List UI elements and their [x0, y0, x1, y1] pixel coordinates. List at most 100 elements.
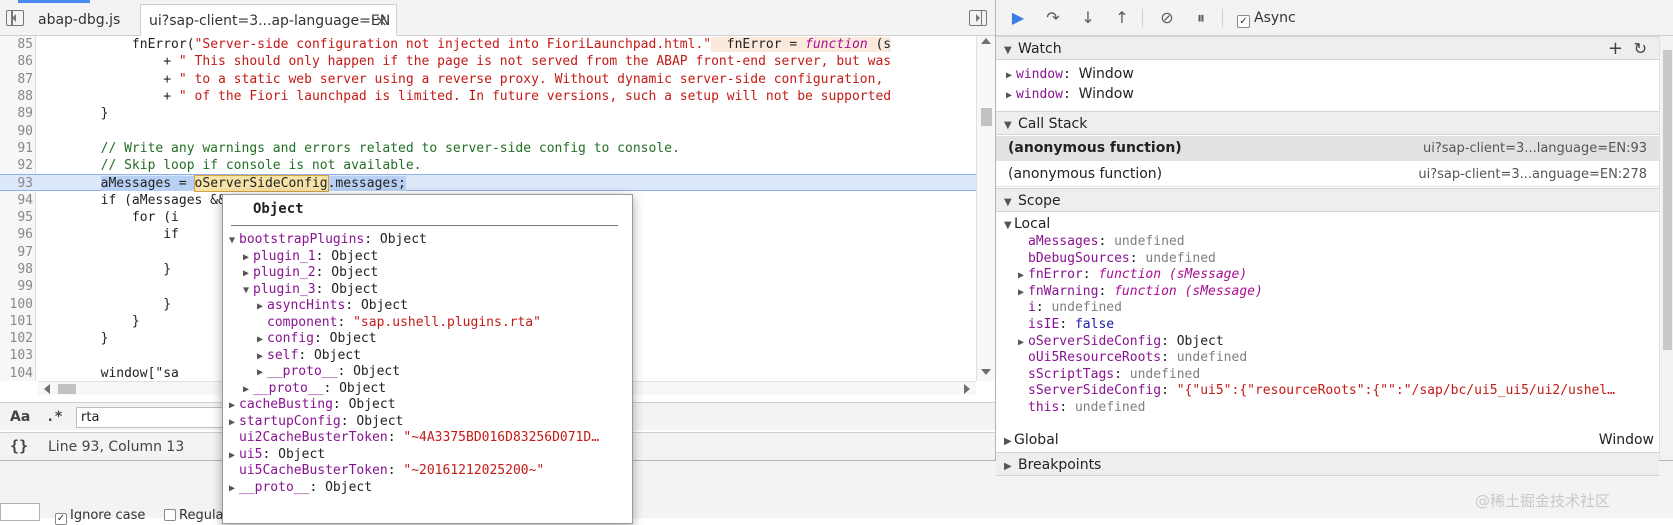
object-preview-popover[interactable]: Object ▼ bootstrapPlugins: Object ▶ plugin_…	[222, 194, 633, 524]
object-property[interactable]: ▶ __proto__: Object	[243, 380, 386, 397]
scope-variable[interactable]: oUi5ResourceRoots: undefined	[1018, 349, 1247, 366]
collapsed-arrow-icon[interactable]: ▶	[243, 249, 253, 266]
object-property[interactable]: ▶ asyncHints: Object	[257, 297, 408, 314]
object-property[interactable]: component: "sap.ushell.plugins.rta"	[257, 314, 541, 331]
collapsed-arrow-icon[interactable]: ▶	[1018, 334, 1028, 351]
frame-location[interactable]: ui?sap-client=3...anguage=EN:278	[1418, 162, 1647, 187]
scope-variable[interactable]: sServerSideConfig: "{"ui5":{"resourceRoo…	[1018, 382, 1615, 399]
collapsed-arrow-icon[interactable]: ▶	[257, 298, 267, 315]
object-property[interactable]: ▶ startupConfig: Object	[229, 413, 403, 430]
code-line[interactable]: 90	[0, 123, 976, 140]
close-tab-icon[interactable]: ×	[375, 5, 388, 37]
line-number[interactable]: 100	[0, 296, 33, 313]
object-property[interactable]: ui2CacheBusterToken: "~4A3375BD016D83256…	[229, 429, 599, 446]
collapsed-arrow-icon[interactable]: ▶	[229, 447, 239, 464]
call-stack-section-header[interactable]: ▼ Call Stack	[996, 111, 1659, 135]
collapsed-arrow-icon[interactable]: ▶	[1018, 284, 1028, 301]
scope-variable[interactable]: isIE: false	[1018, 316, 1114, 333]
object-property[interactable]: ▶ config: Object	[257, 330, 377, 347]
step-over-icon[interactable]: ↷	[1042, 8, 1064, 28]
code-line[interactable]: 88 + " of the Fiori launchpad is limited…	[0, 88, 976, 105]
collapsed-arrow-icon[interactable]: ▶	[243, 381, 253, 398]
pretty-print-button[interactable]: {}	[10, 437, 28, 455]
frame-location[interactable]: ui?sap-client=3...language=EN:93	[1423, 136, 1647, 161]
resume-icon[interactable]: ▶	[1007, 8, 1029, 28]
line-number[interactable]: 89	[0, 105, 33, 122]
object-property[interactable]: ▶ plugin_2: Object	[243, 264, 378, 281]
line-number[interactable]: 95	[0, 209, 33, 226]
scroll-down-icon[interactable]	[981, 369, 991, 375]
line-number[interactable]: 91	[0, 140, 33, 157]
local-scope-header[interactable]: ▼ Local	[1004, 216, 1050, 233]
call-frame[interactable]: (anonymous function) ui?sap-client=3...a…	[996, 162, 1659, 187]
expanded-arrow-icon[interactable]: ▼	[229, 232, 239, 249]
scroll-left-icon[interactable]	[44, 384, 50, 394]
ignore-case-checkbox[interactable]: ✓ Ignore case	[55, 508, 145, 525]
async-checkbox[interactable]: ✓ Async	[1237, 10, 1296, 28]
object-property[interactable]: ▶ plugin_1: Object	[243, 248, 378, 265]
scope-variable[interactable]: aMessages: undefined	[1018, 233, 1185, 250]
expanded-arrow-icon[interactable]: ▼	[243, 282, 253, 299]
match-case-button[interactable]: Aa	[10, 409, 30, 425]
code-line[interactable]: 92 // Skip loop if console is not availa…	[0, 157, 976, 174]
toggle-navigator-icon[interactable]	[6, 10, 24, 26]
line-number[interactable]: 87	[0, 71, 33, 88]
object-property[interactable]: ▶ ui5: Object	[229, 446, 325, 463]
object-property[interactable]: ▶ cacheBusting: Object	[229, 396, 396, 413]
scope-variable[interactable]: sScriptTags: undefined	[1018, 366, 1200, 383]
line-number[interactable]: 99	[0, 278, 33, 295]
scope-section-header[interactable]: ▼ Scope	[996, 188, 1659, 212]
line-number[interactable]: 96	[0, 226, 33, 243]
line-number[interactable]: 98	[0, 261, 33, 278]
watch-item[interactable]: ▶ window: Window	[1006, 86, 1669, 103]
collapsed-arrow-icon[interactable]: ▶	[257, 348, 267, 365]
code-line[interactable]: 85 fnError("Server-side configuration no…	[0, 36, 976, 53]
code-line[interactable]: 86 + " This should only happen if the pa…	[0, 53, 976, 70]
line-number[interactable]: 94	[0, 192, 33, 209]
scroll-thumb[interactable]	[58, 384, 76, 394]
line-number[interactable]: 97	[0, 244, 33, 261]
deactivate-breakpoints-icon[interactable]: ⊘	[1156, 8, 1178, 28]
step-into-icon[interactable]: ↓	[1077, 8, 1099, 28]
step-out-icon[interactable]: ↑	[1111, 8, 1133, 28]
scope-variable[interactable]: ▶ oServerSideConfig: Object	[1018, 333, 1224, 350]
line-number[interactable]: 85	[0, 36, 33, 53]
line-number[interactable]: 88	[0, 88, 33, 105]
object-property[interactable]: ▶ self: Object	[257, 347, 361, 364]
tab-abap-dbg[interactable]: abap-dbg.js	[38, 4, 120, 36]
filter-input[interactable]	[0, 503, 40, 521]
code-line-paused[interactable]: 93 aMessages = oServerSideConfig.message…	[0, 174, 976, 193]
line-number[interactable]: 101	[0, 313, 33, 330]
line-number[interactable]: 90	[0, 123, 33, 140]
line-number[interactable]: 103	[0, 347, 33, 364]
object-property[interactable]: ▶ __proto__: Object	[257, 363, 400, 380]
regex-button[interactable]: .*	[46, 409, 63, 425]
add-watch-icon[interactable]: +	[1608, 37, 1623, 61]
line-number[interactable]: 104	[0, 365, 33, 381]
line-number[interactable]: 102	[0, 330, 33, 347]
scroll-thumb[interactable]	[981, 108, 992, 126]
call-frame-active[interactable]: (anonymous function) ui?sap-client=3...l…	[996, 136, 1659, 161]
collapsed-arrow-icon[interactable]: ▶	[257, 331, 267, 348]
collapsed-arrow-icon[interactable]: ▶	[229, 397, 239, 414]
global-scope-header[interactable]: ▶ Global Window	[1004, 432, 1654, 449]
scroll-thumb[interactable]	[1663, 50, 1672, 350]
collapsed-arrow-icon[interactable]: ▶	[229, 414, 239, 431]
collapsed-arrow-icon[interactable]: ▶	[257, 364, 267, 381]
scope-variable[interactable]: i: undefined	[1018, 299, 1122, 316]
code-line[interactable]: 87 + " to a static web server using a re…	[0, 71, 976, 88]
scope-variable[interactable]: bDebugSources: undefined	[1018, 250, 1216, 267]
object-property[interactable]: ▼ bootstrapPlugins: Object	[229, 231, 427, 248]
line-number[interactable]: 92	[0, 157, 33, 174]
toggle-debugger-icon[interactable]	[969, 10, 987, 26]
object-property[interactable]: ▼ plugin_3: Object	[243, 281, 378, 298]
sidebar-scrollbar[interactable]	[1659, 36, 1673, 460]
code-line[interactable]: 89 }	[0, 105, 976, 122]
scope-variable[interactable]: this: undefined	[1018, 399, 1145, 416]
scope-variable[interactable]: ▶ fnError: function (sMessage)	[1018, 266, 1247, 283]
scroll-up-icon[interactable]	[981, 38, 991, 44]
watch-item[interactable]: ▶ window: Window	[1006, 66, 1669, 83]
breakpoints-section-header[interactable]: ▶ Breakpoints	[996, 452, 1659, 476]
refresh-icon[interactable]: ↻	[1634, 37, 1647, 61]
editor-vertical-scrollbar[interactable]	[976, 36, 995, 381]
